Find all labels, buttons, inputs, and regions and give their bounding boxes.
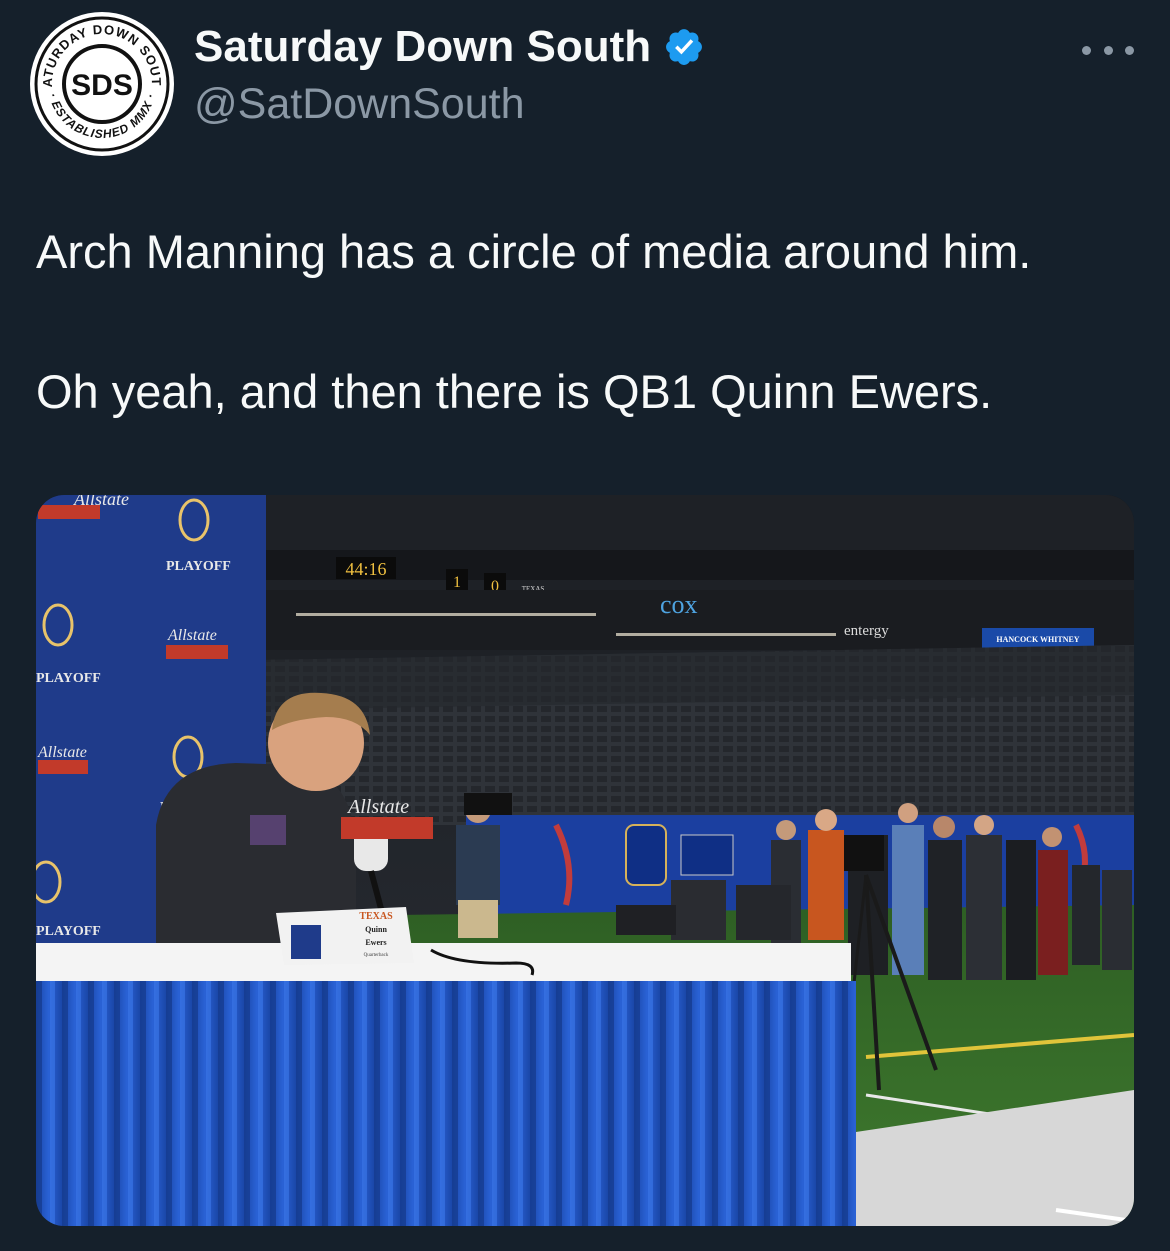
ad-entergy: entergy xyxy=(844,623,889,639)
backdrop-text: PLAYOFF xyxy=(36,924,101,939)
ad-cox: cox xyxy=(660,590,698,619)
press-conference-photo: 44:16 1 0 TEXAS 3 cox entergy HANCOCK WH… xyxy=(36,495,1134,1226)
nameplate-position: Quarterback xyxy=(364,953,389,958)
more-dot xyxy=(1082,45,1091,55)
scoreboard-score-left: 1 xyxy=(453,574,461,591)
nameplate-first-name: Quinn xyxy=(365,925,387,934)
tweet-card[interactable]: SATURDAY DOWN SOUTH · ESTABLISHED MMX · … xyxy=(0,0,1170,1251)
scoreboard-clock: 44:16 xyxy=(345,559,386,579)
backdrop-text: PLAYOFF xyxy=(36,671,101,686)
backdrop-text: Allstate xyxy=(37,744,87,761)
display-name-text: Saturday Down South xyxy=(194,22,652,71)
tweet-paragraph: Arch Manning has a circle of media aroun… xyxy=(36,225,1032,278)
nameplate-team: TEXAS xyxy=(359,911,393,922)
sds-logo-icon: SATURDAY DOWN SOUTH · ESTABLISHED MMX · … xyxy=(30,12,172,154)
avatar[interactable]: SATURDAY DOWN SOUTH · ESTABLISHED MMX · … xyxy=(30,12,174,156)
nameplate: TEXAS Quinn Ewers Quarterback xyxy=(276,907,414,965)
author-display-name[interactable]: Saturday Down South xyxy=(194,22,705,72)
author-handle[interactable]: @SatDownSouth xyxy=(194,80,525,129)
more-dot xyxy=(1103,45,1113,55)
backdrop-text: Allstate xyxy=(346,796,409,818)
tweet-paragraph: Oh yeah, and then there is QB1 Quinn Ewe… xyxy=(36,365,993,418)
tweet-text: Arch Manning has a circle of media aroun… xyxy=(36,222,1136,422)
ad-hancock: HANCOCK WHITNEY xyxy=(996,635,1079,644)
backdrop-text: PLAYOFF xyxy=(166,559,231,574)
avatar-initials: SDS xyxy=(71,69,133,102)
more-dot xyxy=(1125,45,1134,55)
tweet-photo[interactable]: 44:16 1 0 TEXAS 3 cox entergy HANCOCK WH… xyxy=(36,495,1134,1226)
verified-badge-icon xyxy=(663,26,705,68)
nameplate-last-name: Ewers xyxy=(365,938,386,947)
more-horizontal-icon[interactable] xyxy=(1082,30,1134,70)
backdrop-text: Allstate xyxy=(167,627,217,644)
